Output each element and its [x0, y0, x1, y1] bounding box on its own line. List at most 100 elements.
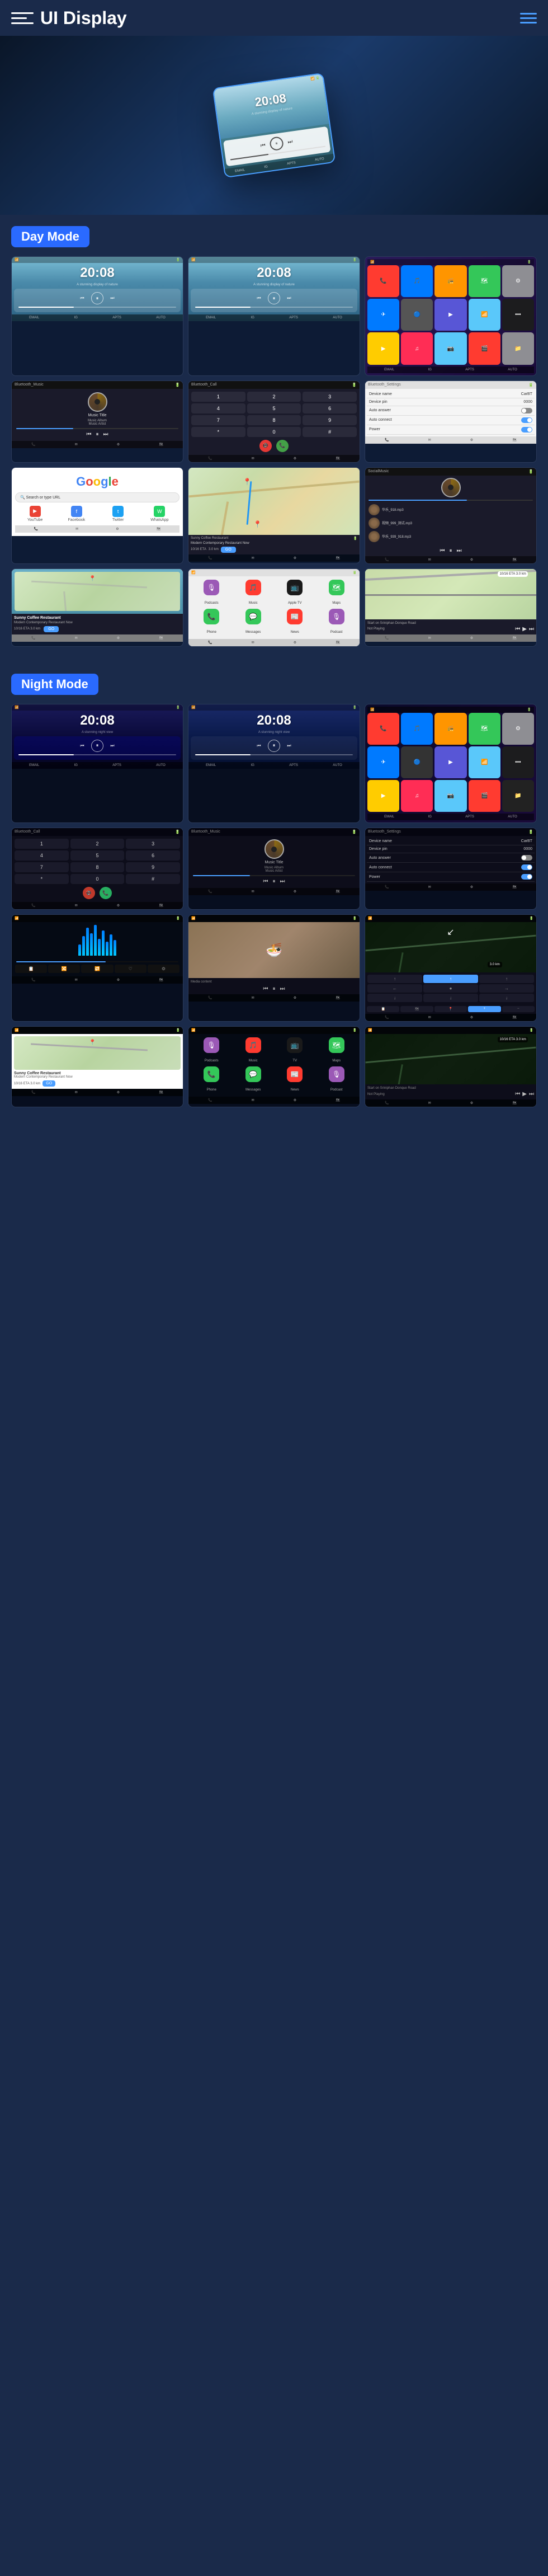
app-message[interactable]: 💬 Messages [234, 609, 273, 636]
night-bt-next[interactable]: ⏭ [280, 878, 285, 885]
app-podcast2[interactable]: 🎙 Podcast [317, 609, 357, 636]
night-next-1[interactable]: ⏭ [108, 741, 117, 750]
night-num-9[interactable]: 9 [126, 862, 180, 872]
night-app-music[interactable]: 🎵 Music [234, 1037, 273, 1064]
next-btn-2[interactable]: ⏭ [285, 294, 294, 303]
night-prev-2[interactable]: ⏮ [254, 741, 263, 750]
app-camera[interactable]: 📷 [434, 332, 466, 364]
night-ctrl-1[interactable]: 📋 [15, 965, 47, 973]
answer-call-btn[interactable]: 📞 [276, 440, 289, 452]
social-prev[interactable]: ⏮ [440, 548, 445, 554]
night-ctrl-3[interactable]: 🔁 [81, 965, 113, 973]
hamburger-lines[interactable] [520, 13, 537, 23]
app-maps2[interactable]: 🗺 Maps [317, 580, 357, 607]
night-nav-next[interactable]: ⏭ [529, 1091, 534, 1097]
prev-btn-1[interactable]: ⏮ [78, 294, 87, 303]
night-app-nav[interactable]: 🗺 [469, 713, 500, 745]
night-play-1[interactable]: ⏸ [91, 740, 103, 752]
social-track-3[interactable]: 华乐_939_918.mp3 [367, 530, 534, 543]
night-map-extra-5[interactable]: − [502, 1006, 535, 1012]
play-btn-1[interactable]: ⏸ [91, 292, 103, 304]
night-app-wifi[interactable]: 📶 [469, 746, 500, 778]
night-app-maps[interactable]: 🗺 Maps [317, 1037, 357, 1064]
app-podcasts[interactable]: 🎙 Podcasts [192, 580, 232, 607]
night-app-radio[interactable]: 📻 [434, 713, 466, 745]
bookmark-1[interactable]: ▶ YouTube [15, 506, 55, 522]
night-num-4[interactable]: 4 [15, 850, 69, 861]
app-telegram[interactable]: ✈ [367, 299, 399, 331]
power-toggle[interactable] [521, 427, 532, 433]
app-music[interactable]: 🎵 [401, 265, 433, 297]
app-media[interactable]: ▶ [434, 299, 466, 331]
num-star[interactable]: * [191, 427, 245, 437]
social-play[interactable]: ⏸ [450, 548, 452, 554]
num-9[interactable]: 9 [303, 415, 357, 425]
night-app-files[interactable]: 📁 [502, 780, 534, 812]
night-app-camera[interactable]: 📷 [434, 780, 466, 812]
app-bt[interactable]: 🔵 [401, 299, 433, 331]
night-num-star[interactable]: * [15, 874, 69, 884]
night-map-btn-5[interactable]: ● [423, 984, 478, 993]
night-map-btn-6[interactable]: → [479, 984, 534, 993]
night-auto-answer-toggle[interactable] [521, 855, 532, 861]
night-map-extra-4[interactable]: + [468, 1006, 500, 1012]
auto-connect-toggle[interactable] [521, 417, 532, 423]
night-app-bt[interactable]: 🔵 [401, 746, 433, 778]
night-ctrl-5[interactable]: ⚙ [148, 965, 179, 973]
night-rest-go-btn[interactable]: GO [42, 1080, 55, 1087]
app-music2[interactable]: 🎵 Music [234, 580, 273, 607]
app-more[interactable]: ••• [502, 299, 534, 331]
bt-play-btn[interactable]: ⏸ [96, 431, 99, 438]
night-app-video[interactable]: 🎬 [469, 780, 500, 812]
night-num-hash[interactable]: # [126, 874, 180, 884]
night-app-news[interactable]: 📰 News [275, 1066, 315, 1093]
night-app-phone[interactable]: 📞 Phone [192, 1066, 232, 1093]
num-8[interactable]: 8 [247, 415, 301, 425]
app-tv[interactable]: 📺 Apple TV [275, 580, 315, 607]
night-num-0[interactable]: 0 [70, 874, 125, 884]
night-num-5[interactable]: 5 [70, 850, 125, 861]
night-bt-play[interactable]: ⏸ [273, 878, 276, 885]
night-num-3[interactable]: 3 [126, 839, 180, 849]
night-app-messages[interactable]: 💬 Messages [234, 1066, 273, 1093]
menu-icon[interactable] [11, 7, 34, 29]
night-app-social[interactable]: ♫ [401, 780, 433, 812]
prev-btn-2[interactable]: ⏮ [254, 294, 263, 303]
night-food-next[interactable]: ⏭ [280, 986, 285, 992]
num-hash[interactable]: # [303, 427, 357, 437]
night-map-extra-1[interactable]: 📋 [367, 1006, 399, 1012]
nav-prev[interactable]: ⏮ [515, 626, 520, 632]
night-app-music[interactable]: 🎵 [401, 713, 433, 745]
night-prev-1[interactable]: ⏮ [78, 741, 87, 750]
night-nav-play[interactable]: ▶ [522, 1091, 527, 1097]
night-app-youtube[interactable]: ▶ [367, 780, 399, 812]
social-next[interactable]: ⏭ [457, 548, 462, 554]
night-app-settings[interactable]: ⚙ [502, 713, 534, 745]
bt-next-btn[interactable]: ⏭ [103, 431, 108, 438]
num-7[interactable]: 7 [191, 415, 245, 425]
night-num-6[interactable]: 6 [126, 850, 180, 861]
night-app-podcast2[interactable]: 🎙 Podcast [317, 1066, 357, 1093]
app-files[interactable]: 📁 [502, 332, 534, 364]
night-bt-prev[interactable]: ⏮ [263, 878, 268, 885]
night-num-2[interactable]: 2 [70, 839, 125, 849]
night-app-more[interactable]: ••• [502, 746, 534, 778]
bookmark-3[interactable]: t Twitter [98, 506, 138, 522]
app-news[interactable]: 📰 News [275, 609, 315, 636]
num-3[interactable]: 3 [303, 392, 357, 402]
bt-prev-btn[interactable]: ⏮ [87, 431, 92, 438]
go-btn[interactable]: GO [221, 547, 236, 553]
night-next-2[interactable]: ⏭ [285, 741, 294, 750]
night-map-btn-4[interactable]: ← [367, 984, 422, 993]
play-btn-2[interactable]: ⏸ [268, 292, 280, 304]
night-map-extra-2[interactable]: 🗺 [400, 1006, 433, 1012]
night-num-1[interactable]: 1 [15, 839, 69, 849]
night-play-2[interactable]: ⏸ [268, 740, 280, 752]
num-1[interactable]: 1 [191, 392, 245, 402]
app-phone2[interactable]: 📞 Phone [192, 609, 232, 636]
night-nav-prev[interactable]: ⏮ [515, 1091, 520, 1097]
night-app-phone[interactable]: 📞 [367, 713, 399, 745]
night-map-btn-9[interactable]: ↓ [479, 994, 534, 1002]
social-track-2[interactable]: 视频_999_测试.mp3 [367, 516, 534, 530]
app-radio[interactable]: 📻 [434, 265, 466, 297]
